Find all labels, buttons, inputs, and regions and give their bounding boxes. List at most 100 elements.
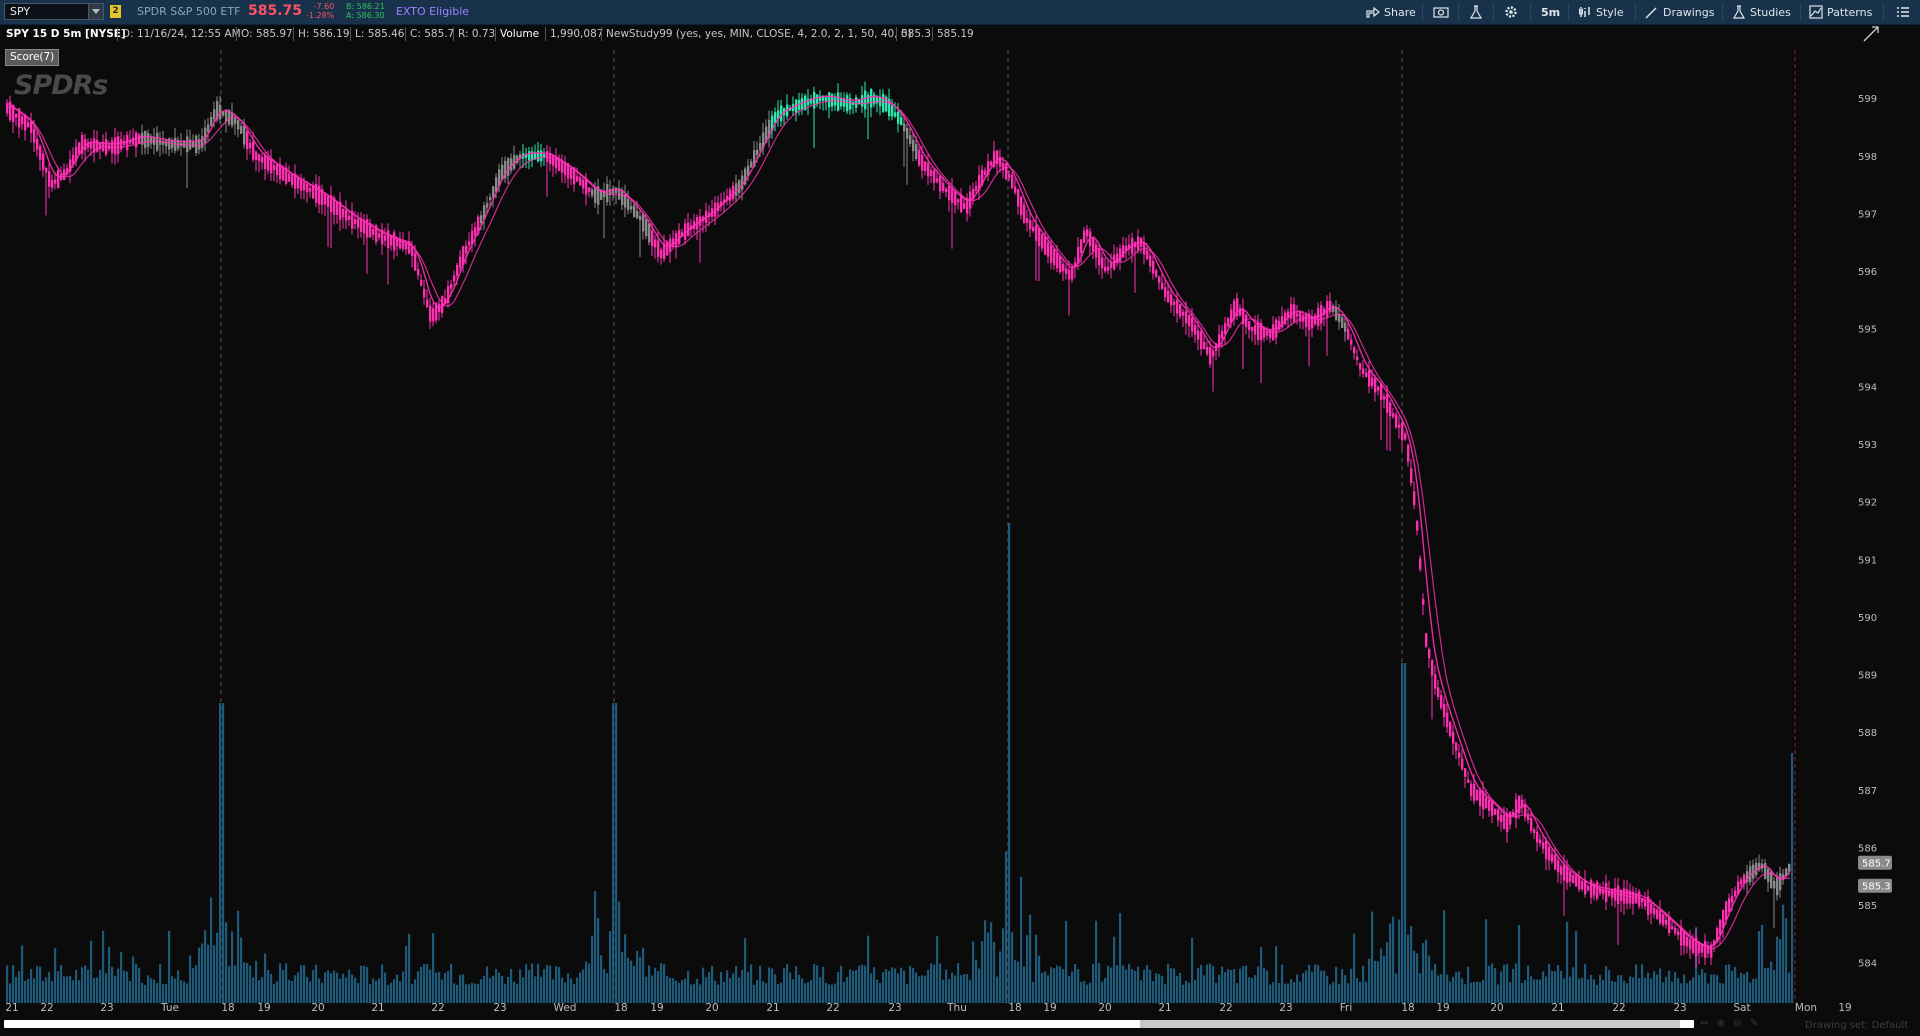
volume-bar [558,967,561,1003]
volume-bar [1512,968,1515,1003]
volume-bar [864,965,867,1003]
exto-eligible-label[interactable]: EXTO Eligible [396,5,469,18]
volume-bar [429,969,432,1003]
pan-icon[interactable]: ⇔ [1700,1018,1708,1029]
volume-bar [384,972,387,1003]
volume-bar [1275,946,1278,1003]
time-tick-label: 22 [826,1002,839,1014]
candle-body [639,216,642,221]
symbol-selector[interactable]: SPY [4,3,104,20]
candle-body [255,151,258,161]
symbol-dropdown-icon[interactable] [88,4,103,19]
drawing-pencil-icon[interactable]: ✎ [1750,1018,1758,1029]
chart-scrollbar[interactable]: ⇔ ⊕ ⊖ ✎ Drawing set: Default [0,1016,1920,1036]
menu-icon [1897,7,1909,17]
volume-bar [1569,976,1572,1003]
volume-bar [1419,973,1422,1003]
volume-bar [180,980,183,1003]
candle-body [1152,260,1155,274]
time-axis[interactable]: 21 22 23 Tue 18 19 20 21 22 23 Wed 18 19 20 21 22 23 Thu 1… [5,1002,1851,1014]
scroll-thumb[interactable] [1140,1020,1680,1028]
candle-body [1581,880,1584,890]
candle-body [474,227,477,236]
style-button[interactable]: Style [1578,3,1624,21]
candle-body [1008,174,1011,178]
candle-body [1578,876,1581,890]
volume-bar [213,945,216,1003]
volume-bar [894,968,897,1003]
time-tick-label: 20 [311,1002,324,1014]
volume-bar [1698,974,1701,1003]
candle-body [1203,341,1206,350]
snapshot-button[interactable] [1433,3,1453,21]
candle-body [258,154,261,162]
volume-bar [1122,965,1125,1003]
drawings-button[interactable]: Drawings [1645,3,1714,21]
volume-bar [666,975,669,1003]
price-axis[interactable]: 599 598 597 596 595 594 593 592 591 590 589 588 587 5… [1858,94,1877,969]
chart-expand-icon[interactable] [1862,25,1880,43]
candle-body [1035,225,1038,241]
volume-bar [519,969,522,1003]
volume-bar [1044,971,1047,1003]
volume-bar [1146,965,1149,1003]
volume-bar [1638,978,1641,1003]
candle-body [1251,326,1254,332]
volume-bar [600,955,603,1003]
volume-bar [1317,965,1320,1003]
bid-ask-block: B: 586.21 A: 586.30 [346,2,385,20]
zoom-out-icon[interactable]: ⊖ [1733,1018,1741,1029]
volume-bar [87,969,90,1003]
candle-body [117,136,120,155]
timeframe-button[interactable]: 5m [1541,3,1560,21]
price-chart[interactable]: 599 598 597 596 595 594 593 592 591 590 589 588 587 5… [0,45,1920,1015]
zoom-in-icon[interactable]: ⊕ [1717,1018,1725,1029]
bar-date: D: 11/16/24, 12:55 AM [117,27,241,41]
volume-bar [1722,983,1725,1003]
volume-bar [1671,981,1674,1003]
candle-body [147,133,150,147]
volume-bar [1011,932,1014,1003]
candle-body [324,194,327,205]
volume-bar [333,970,336,1003]
lab-button[interactable] [1469,3,1487,21]
menu-button[interactable] [1896,3,1914,21]
style-icon [1579,7,1590,17]
volume-bar [1761,924,1764,1003]
volume-bar [390,982,393,1003]
patterns-button[interactable]: Patterns [1809,3,1872,21]
candle-body [1416,521,1419,531]
volume-bar [1095,920,1098,1003]
candle-body [393,232,396,251]
volume-bar [618,901,621,1003]
volume-bar [417,971,420,1003]
volume-bar [1182,984,1185,1003]
candle-body [750,161,753,168]
candle-body [909,135,912,144]
share-button[interactable]: Share [1366,3,1416,21]
volume-bar [90,940,93,1003]
volume-bar [162,984,165,1003]
volume-bar [972,941,975,1003]
settings-button[interactable] [1504,3,1522,21]
volume-bar [1362,965,1365,1003]
candle-body [423,288,426,298]
volume-bar [897,973,900,1003]
drawing-set-label[interactable]: Drawing set: Default [1805,1020,1908,1031]
link-group-badge[interactable]: 2 [110,5,121,18]
volume-bar [1266,970,1269,1003]
volume-bar [729,978,732,1003]
candle-body [957,199,960,203]
study-parameters[interactable]: NewStudy99 (yes, yes, MIN, CLOSE, 4, 2.0… [601,27,912,41]
volume-bar [801,978,804,1003]
volume-bar [54,948,57,1003]
volume-bar [732,973,735,1003]
candle-body [921,155,924,171]
volume-bar [513,981,516,1003]
volume-bar [441,979,444,1003]
volume-bar [774,974,777,1003]
candle-body [1422,599,1425,605]
studies-button[interactable]: Studies [1732,3,1791,21]
volume-bar [36,965,39,1003]
candle-body [252,141,255,160]
